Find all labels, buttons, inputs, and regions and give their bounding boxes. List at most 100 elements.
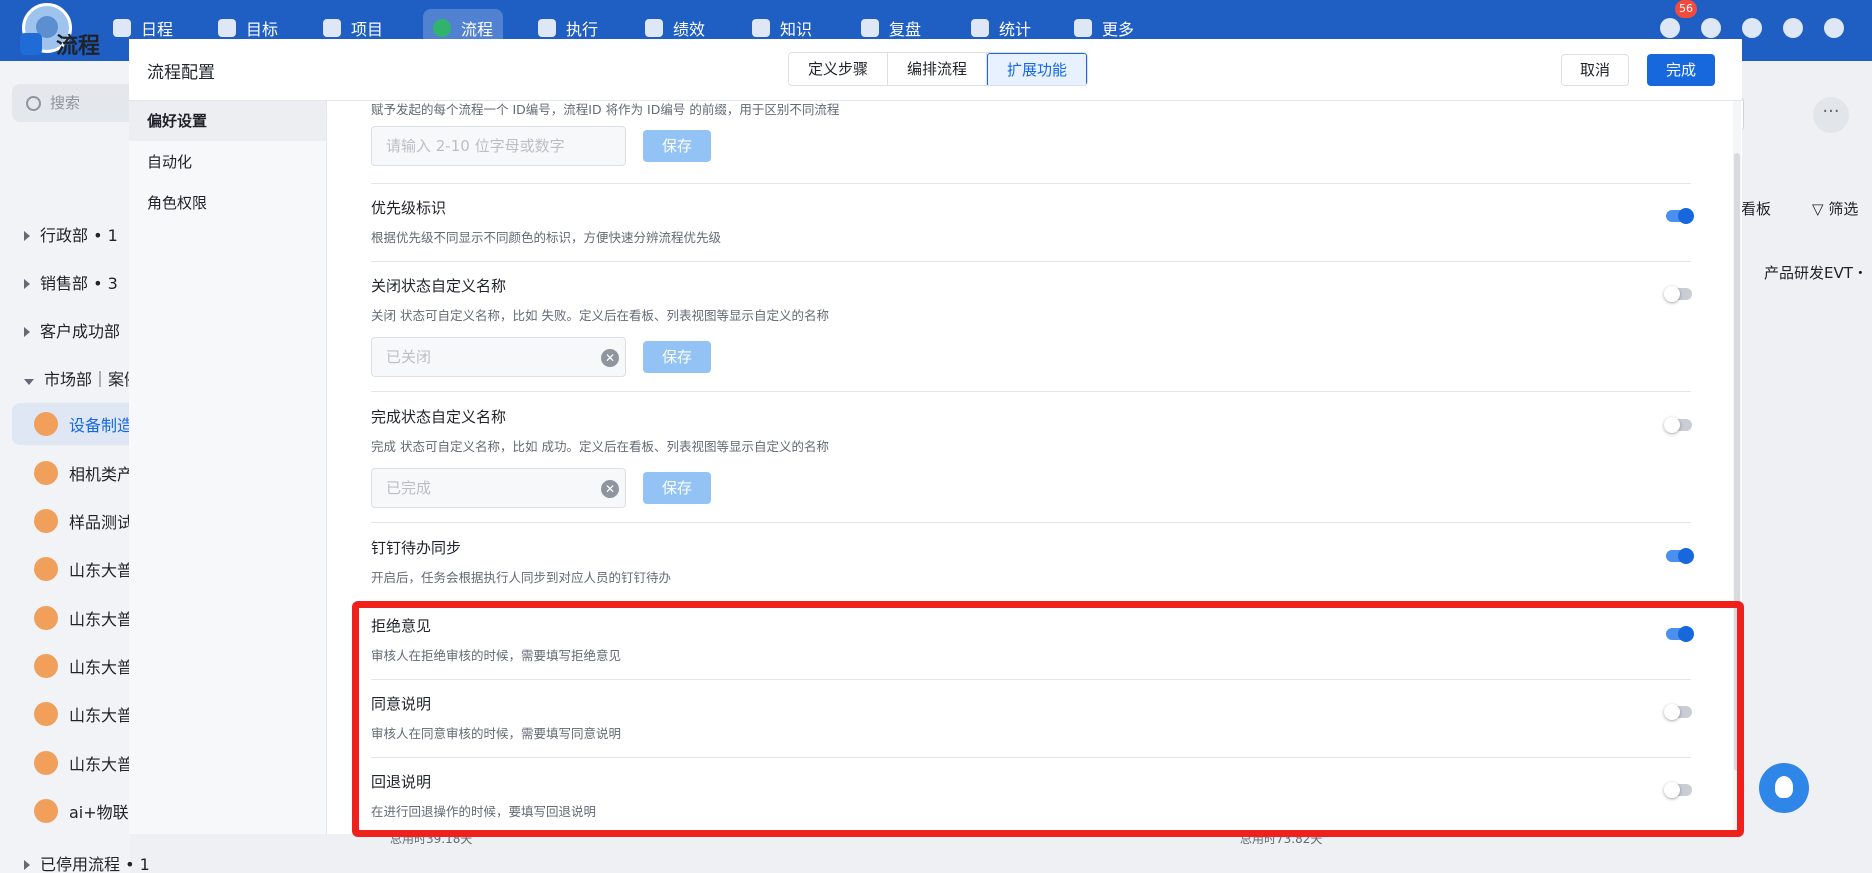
flow-config-modal: 流程配置 定义步骤 编排流程 扩展功能 取消 完成 偏好设置 自动化 角色权限 … bbox=[129, 39, 1742, 834]
done-status-toggle[interactable] bbox=[1664, 417, 1692, 433]
calendar-icon bbox=[113, 18, 131, 37]
divider bbox=[371, 183, 1691, 184]
flow-item-icon bbox=[34, 654, 58, 678]
target-icon bbox=[218, 18, 236, 37]
search-icon[interactable] bbox=[1701, 18, 1721, 38]
flow-app-icon bbox=[20, 33, 42, 55]
more-icon[interactable]: ··· bbox=[1813, 97, 1849, 133]
nav-item-label: 流程 bbox=[461, 19, 494, 39]
flow-panel-title: 流程 bbox=[20, 28, 100, 60]
task-icon bbox=[538, 18, 556, 37]
nav-item-label: 知识 bbox=[780, 19, 813, 39]
setting-desc: 根据优先级不同显示不同颜色的标识，方便快速分辨流程优先级 bbox=[371, 230, 722, 245]
filter-button[interactable]: ▽ 筛选 bbox=[1812, 198, 1858, 219]
chevron-down-icon bbox=[24, 379, 34, 385]
board-view-label[interactable]: 看板 bbox=[1741, 198, 1771, 219]
flow-item[interactable]: 山东大普 bbox=[34, 751, 133, 775]
tab-extensions[interactable]: 扩展功能 bbox=[987, 53, 1088, 85]
group-customer-success[interactable]: 客户成功部 bbox=[24, 318, 120, 342]
toggle-knob bbox=[1664, 704, 1680, 720]
flow-item[interactable]: 相机类产 bbox=[34, 461, 133, 485]
flow-item-icon bbox=[34, 509, 58, 533]
flow-item[interactable]: 山东大普 bbox=[34, 702, 133, 726]
dingtalk-sync-toggle[interactable] bbox=[1666, 548, 1694, 564]
flow-item[interactable]: 山东大普 bbox=[34, 557, 133, 581]
done-button[interactable]: 完成 bbox=[1647, 54, 1715, 86]
pie-icon bbox=[971, 18, 989, 37]
clear-icon[interactable]: ✕ bbox=[601, 480, 619, 498]
board-area bbox=[1741, 61, 1872, 873]
nav-item-label: 更多 bbox=[1102, 19, 1135, 39]
tab-arrange-flow[interactable]: 编排流程 bbox=[888, 53, 988, 85]
id-prefix-save-button[interactable]: 保存 bbox=[643, 130, 711, 162]
flow-item-icon bbox=[34, 799, 58, 823]
divider bbox=[371, 601, 1691, 602]
reject-opinion-toggle[interactable] bbox=[1666, 626, 1694, 642]
setting-title: 完成状态自定义名称 bbox=[371, 408, 507, 426]
chevron-right-icon bbox=[24, 231, 30, 241]
tab-define-steps[interactable]: 定义步骤 bbox=[789, 53, 889, 85]
divider bbox=[371, 261, 1691, 262]
priority-toggle[interactable] bbox=[1666, 208, 1694, 224]
divider bbox=[371, 757, 1691, 758]
cancel-button[interactable]: 取消 bbox=[1561, 54, 1629, 86]
divider bbox=[371, 522, 1691, 523]
flow-item-icon bbox=[34, 557, 58, 581]
nav-item-label: 日程 bbox=[141, 19, 174, 39]
nav-item-label: 统计 bbox=[999, 19, 1032, 39]
sidebar-item-preferences[interactable]: 偏好设置 bbox=[129, 101, 326, 141]
modal-sidebar: 偏好设置 自动化 角色权限 bbox=[129, 101, 327, 834]
id-prefix-input[interactable]: 请输入 2-10 位字母或数字 bbox=[371, 126, 626, 166]
assistant-float-button[interactable] bbox=[1759, 763, 1809, 813]
book-icon bbox=[752, 18, 770, 37]
setting-desc: 审核人在拒绝审核的时候，需要填写拒绝意见 bbox=[371, 648, 622, 663]
sidebar-item-role-permissions[interactable]: 角色权限 bbox=[129, 183, 326, 223]
setting-title: 关闭状态自定义名称 bbox=[371, 277, 507, 295]
help-icon[interactable] bbox=[1824, 18, 1844, 38]
setting-title: 钉钉待办同步 bbox=[371, 539, 462, 557]
performance-icon bbox=[645, 18, 663, 37]
modal-tabs: 定义步骤 编排流程 扩展功能 bbox=[788, 52, 1089, 86]
scrollbar-thumb[interactable] bbox=[1734, 153, 1740, 771]
modal-title: 流程配置 bbox=[147, 63, 215, 83]
approve-note-toggle[interactable] bbox=[1664, 704, 1692, 720]
group-marketing[interactable]: 市场部｜案例 bbox=[24, 366, 140, 390]
done-status-save-button[interactable]: 保存 bbox=[643, 472, 711, 504]
flow-item-icon bbox=[34, 461, 58, 485]
flow-item-icon bbox=[34, 606, 58, 630]
divider bbox=[371, 391, 1691, 392]
closed-status-toggle[interactable] bbox=[1664, 286, 1692, 302]
chevron-right-icon bbox=[24, 279, 30, 289]
nav-item-label: 执行 bbox=[566, 19, 599, 39]
sidebar-item-automation[interactable]: 自动化 bbox=[129, 142, 326, 182]
setting-desc: 关闭 状态可自定义名称，比如 失败。定义后在看板、列表视图等显示自定义的名称 bbox=[371, 308, 829, 323]
cube-icon bbox=[323, 18, 341, 37]
done-status-input[interactable]: 已完成 ✕ bbox=[371, 468, 626, 508]
group-sales[interactable]: 销售部 • 3 bbox=[24, 270, 118, 294]
closed-status-save-button[interactable]: 保存 bbox=[643, 341, 711, 373]
bell-icon[interactable] bbox=[1660, 18, 1680, 38]
flow-item[interactable]: 山东大普 bbox=[34, 606, 133, 630]
clear-icon[interactable]: ✕ bbox=[601, 349, 619, 367]
divider bbox=[371, 679, 1691, 680]
toggle-knob bbox=[1664, 782, 1680, 798]
toggle-knob bbox=[1678, 208, 1694, 224]
gear-icon[interactable] bbox=[1783, 18, 1803, 38]
closed-status-input[interactable]: 已关闭 ✕ bbox=[371, 337, 626, 377]
setting-title: 回退说明 bbox=[371, 773, 432, 791]
flow-item[interactable]: 设备制造 bbox=[34, 412, 133, 436]
flow-item[interactable]: 山东大普 bbox=[34, 654, 133, 678]
setting-desc: 审核人在同意审核的时候，需要填写同意说明 bbox=[371, 726, 622, 741]
nav-item-label: 复盘 bbox=[889, 19, 922, 39]
notification-badge: 56 bbox=[1675, 0, 1697, 18]
flow-icon bbox=[433, 18, 451, 37]
rollback-note-toggle[interactable] bbox=[1664, 782, 1692, 798]
flow-item[interactable]: 样品测试 bbox=[34, 509, 133, 533]
user-icon[interactable] bbox=[1742, 18, 1762, 38]
setting-desc: 在进行回退操作的时候，要填写回退说明 bbox=[371, 804, 597, 819]
group-admin[interactable]: 行政部 • 1 bbox=[24, 222, 118, 246]
setting-desc: 完成 状态可自定义名称，比如 成功。定义后在看板、列表视图等显示自定义的名称 bbox=[371, 439, 829, 454]
group-disabled-flows[interactable]: 已停用流程 • 1 bbox=[24, 851, 150, 873]
flow-search-input[interactable]: 搜索 bbox=[12, 84, 142, 122]
flow-item-icon bbox=[34, 412, 58, 436]
